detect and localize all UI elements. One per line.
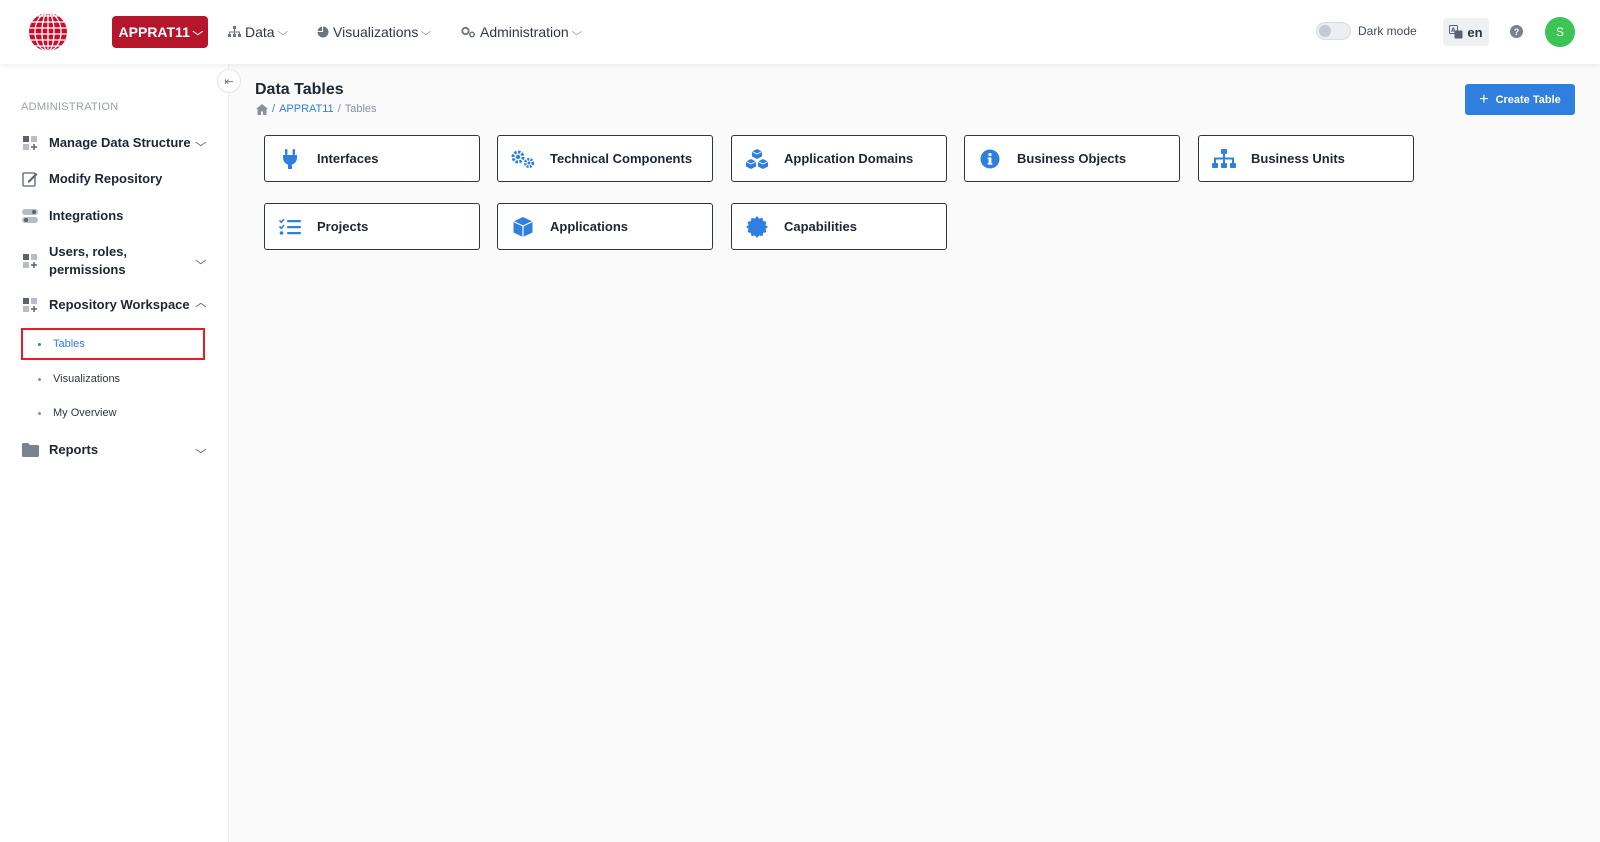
tile-label: Application Domains — [784, 151, 914, 166]
chevron-down-icon: ⌵ — [420, 26, 432, 38]
folder-icon — [21, 441, 39, 459]
bullet-icon — [38, 377, 41, 381]
tile-label: Business Objects — [1017, 151, 1127, 166]
help-glyph: ? — [1513, 26, 1520, 37]
nav-administration[interactable]: Administration ⌵ — [461, 22, 582, 42]
avatar-initial: S — [1555, 25, 1564, 39]
svg-text:A: A — [1451, 27, 1456, 34]
breadcrumb-current: Tables — [344, 103, 377, 115]
chevron-down-icon: ⌵ — [277, 26, 288, 38]
repository-selector-button[interactable]: APPRAT11 ⌵ — [112, 16, 208, 48]
repository-name: APPRAT11 — [118, 24, 190, 40]
page-title: Data Tables — [255, 81, 344, 98]
sidebar-subitem-visualizations[interactable]: Visualizations — [21, 363, 205, 395]
tile-application-domains[interactable]: Application Domains — [731, 135, 947, 182]
tile-projects[interactable]: Projects — [264, 203, 480, 250]
create-table-button[interactable]: + Create Table — [1465, 84, 1575, 115]
sidebar-heading: ADMINISTRATION — [21, 101, 119, 113]
plus-icon: + — [1479, 90, 1489, 108]
plug-icon — [277, 148, 303, 170]
tile-label: Projects — [317, 219, 369, 234]
nav-data[interactable]: Data ⌵ — [228, 22, 288, 42]
user-avatar[interactable]: S — [1545, 17, 1575, 47]
sidebar-item-label: Manage Data Structure — [49, 135, 191, 150]
translate-icon: A — [1449, 25, 1463, 39]
cubes-icon — [744, 148, 770, 170]
sidebar-item-users-roles-permissions[interactable]: Users, roles, permissions ⌵ — [21, 243, 207, 279]
sidebar-item-label: Repository Workspace — [49, 297, 190, 312]
tile-label: Capabilities — [784, 219, 857, 234]
pie-chart-icon — [317, 26, 329, 38]
toggles-icon — [21, 207, 39, 225]
chevron-down-icon: ⌵ — [571, 26, 582, 38]
tile-label: Technical Components — [550, 151, 693, 166]
sidebar-item-label: Reports — [49, 442, 99, 457]
gears-icon — [461, 26, 475, 38]
info-circle-icon — [977, 148, 1003, 170]
sidebar-subitem-label: My Overview — [53, 407, 117, 419]
badge-icon — [744, 215, 770, 238]
sidebar-item-repository-workspace[interactable]: Repository Workspace ⌵ — [21, 296, 207, 314]
toggle-knob — [1319, 25, 1331, 37]
breadcrumb-separator: / — [272, 103, 276, 115]
nav-visualizations-label: Visualizations — [333, 24, 419, 40]
sitemap-icon — [1211, 148, 1237, 170]
chevron-down-icon: ⌵ — [195, 255, 207, 267]
sidebar-subitem-label: Tables — [53, 338, 85, 350]
help-icon[interactable]: ? — [1510, 25, 1523, 38]
breadcrumb: / APPRAT11 / Tables — [256, 103, 377, 115]
cube-icon — [510, 216, 536, 238]
bullet-icon — [38, 342, 41, 346]
sidebar-item-label: Modify Repository — [49, 171, 163, 186]
chevron-down-icon: ⌵ — [195, 137, 207, 149]
tile-applications[interactable]: Applications — [497, 203, 713, 250]
tile-label: Business Units — [1251, 151, 1345, 166]
sidebar-item-label: Users, roles, permissions — [49, 244, 128, 277]
arrow-left-icon: ⇤ — [224, 75, 234, 88]
sidebar-item-integrations[interactable]: Integrations — [21, 207, 205, 225]
sidebar-subitem-label: Visualizations — [53, 373, 121, 385]
globe-logo-icon[interactable] — [28, 12, 68, 52]
sidebar-item-reports[interactable]: Reports ⌵ — [21, 441, 207, 459]
tile-business-units[interactable]: Business Units — [1198, 135, 1414, 182]
sidebar-collapse-button[interactable]: ⇤ — [217, 69, 241, 93]
top-bar: APPRAT11 ⌵ Data ⌵ Visualizations ⌵ Admin… — [0, 0, 1600, 64]
tile-technical-components[interactable]: Technical Components — [497, 135, 713, 182]
grid-plus-icon — [21, 134, 39, 152]
grid-plus-icon — [21, 296, 39, 314]
tasks-icon — [277, 216, 303, 238]
tile-label: Interfaces — [317, 151, 379, 166]
create-table-label: Create Table — [1495, 93, 1561, 106]
sidebar-subitem-my-overview[interactable]: My Overview — [21, 397, 205, 429]
language-selector[interactable]: A en — [1443, 18, 1489, 46]
grid-plus-icon — [21, 252, 39, 270]
chevron-up-icon: ⌵ — [195, 299, 207, 311]
nav-visualizations[interactable]: Visualizations ⌵ — [317, 22, 432, 42]
dark-mode-label: Dark mode — [1358, 24, 1417, 38]
sidebar-item-label: Integrations — [49, 208, 124, 223]
home-icon[interactable] — [256, 103, 268, 115]
tile-label: Applications — [550, 219, 629, 234]
nav-administration-label: Administration — [480, 24, 569, 40]
gears-icon — [510, 148, 536, 170]
sidebar-subitem-tables[interactable]: Tables — [21, 328, 205, 360]
chevron-down-icon: ⌵ — [195, 444, 207, 456]
edit-icon — [21, 170, 39, 188]
dark-mode-toggle[interactable] — [1316, 22, 1351, 40]
sidebar-item-modify-repository[interactable]: Modify Repository — [21, 170, 205, 188]
language-code: en — [1467, 24, 1483, 40]
tile-interfaces[interactable]: Interfaces — [264, 135, 480, 182]
chevron-down-icon: ⌵ — [192, 26, 203, 38]
tile-capabilities[interactable]: Capabilities — [731, 203, 947, 250]
nav-data-label: Data — [245, 24, 275, 40]
sitemap-icon — [228, 26, 241, 37]
breadcrumb-repo-link[interactable]: APPRAT11 — [279, 103, 334, 115]
sidebar-item-manage-data-structure[interactable]: Manage Data Structure ⌵ — [21, 134, 207, 152]
breadcrumb-separator: / — [337, 103, 341, 115]
bullet-icon — [38, 411, 41, 415]
tile-business-objects[interactable]: Business Objects — [964, 135, 1180, 182]
